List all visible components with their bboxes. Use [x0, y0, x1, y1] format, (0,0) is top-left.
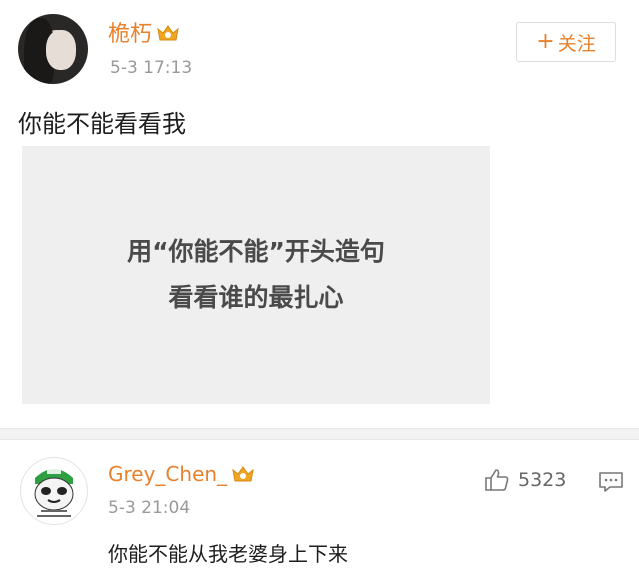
like-count: 5323 [518, 469, 567, 491]
post-author-name-text[interactable]: 桅朽 [108, 22, 152, 47]
post-author-name[interactable]: 桅朽 [108, 16, 180, 48]
post-author-avatar[interactable] [18, 14, 88, 84]
post-timestamp: 5-3 17:13 [110, 58, 193, 78]
comment-author-name[interactable]: Grey_Chen_ [108, 462, 255, 486]
comment-author-avatar[interactable] [20, 457, 88, 525]
post-text: 你能不能看看我 [18, 110, 186, 138]
vip-badge-icon [157, 25, 179, 41]
comment-author-name-text[interactable]: Grey_Chen_ [108, 462, 227, 486]
plus-icon: + [536, 29, 555, 54]
post-image-line2: 看看谁的最扎心 [168, 283, 344, 312]
comment-text: 你能不能从我老婆身上下来 [108, 542, 348, 566]
comment-icon[interactable] [598, 470, 624, 494]
section-divider [0, 428, 639, 440]
comment-timestamp: 5-3 21:04 [108, 498, 191, 518]
vip-badge-icon [232, 465, 254, 481]
like-button[interactable]: 5323 [484, 468, 566, 492]
follow-button-label: 关注 [557, 32, 596, 55]
thumbs-up-icon [485, 469, 509, 491]
post-image[interactable]: 用“你能不能”开头造句 看看谁的最扎心 [22, 146, 490, 404]
post-image-line1: 用“你能不能”开头造句 [127, 237, 385, 266]
avatar-face [46, 30, 76, 70]
panda-meme-icon [34, 468, 74, 517]
follow-button[interactable]: + 关注 [516, 22, 616, 62]
